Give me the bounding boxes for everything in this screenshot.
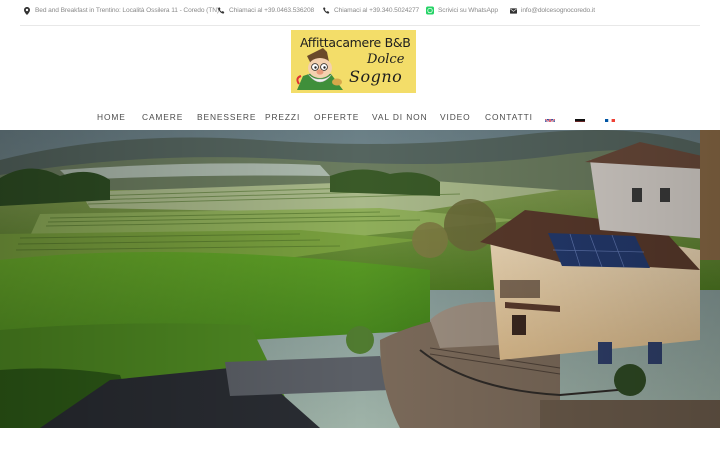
- phone-info-2[interactable]: Chiamaci al +39.340.5024277: [322, 6, 419, 15]
- nav-camere[interactable]: CAMERE: [142, 112, 183, 122]
- whatsapp-link[interactable]: Scrivici su WhatsApp: [438, 7, 498, 14]
- nav-prezzi[interactable]: PREZZI: [265, 112, 300, 122]
- address-info: Bed and Breakfast in Trentino: Località …: [23, 6, 219, 15]
- phone-link-1[interactable]: Chiamaci al +39.0463.536208: [229, 7, 314, 14]
- logo-title: Affittacamere B&B: [300, 35, 411, 50]
- nav-home[interactable]: HOME: [97, 112, 126, 122]
- address-text: Bed and Breakfast in Trentino: Località …: [35, 7, 219, 14]
- topbar-divider: [20, 25, 700, 26]
- hero-image: [0, 130, 720, 428]
- email-link[interactable]: info@dolcesognocoredo.it: [521, 7, 595, 14]
- logo-dolce: Dolce: [367, 52, 405, 67]
- english-flag-icon[interactable]: [545, 114, 555, 122]
- nav-benessere[interactable]: BENESSERE: [197, 112, 256, 122]
- nav-val-di-non[interactable]: VAL DI NON: [372, 112, 428, 122]
- email-info[interactable]: info@dolcesognocoredo.it: [509, 6, 595, 15]
- top-info-bar: Bed and Breakfast in Trentino: Località …: [0, 0, 720, 26]
- french-flag-icon[interactable]: [605, 114, 615, 122]
- phone-icon: [322, 6, 330, 15]
- map-pin-icon: [23, 6, 31, 15]
- logo-sogno: Sogno: [349, 67, 403, 86]
- dwarf-mascot-icon: [296, 48, 343, 90]
- nav-offerte[interactable]: OFFERTE: [314, 112, 359, 122]
- phone-info-1[interactable]: Chiamaci al +39.0463.536208: [217, 6, 314, 15]
- envelope-icon: [509, 6, 517, 15]
- whatsapp-icon: [426, 6, 434, 15]
- whatsapp-info[interactable]: Scrivici su WhatsApp: [426, 6, 498, 15]
- phone-link-2[interactable]: Chiamaci al +39.340.5024277: [334, 7, 419, 14]
- nav-contatti[interactable]: CONTATTI: [485, 112, 533, 122]
- phone-icon: [217, 6, 225, 15]
- nav-video[interactable]: VIDEO: [440, 112, 471, 122]
- site-logo[interactable]: Affittacamere B&B Dolce Sogno: [291, 30, 416, 93]
- german-flag-icon[interactable]: [575, 114, 585, 122]
